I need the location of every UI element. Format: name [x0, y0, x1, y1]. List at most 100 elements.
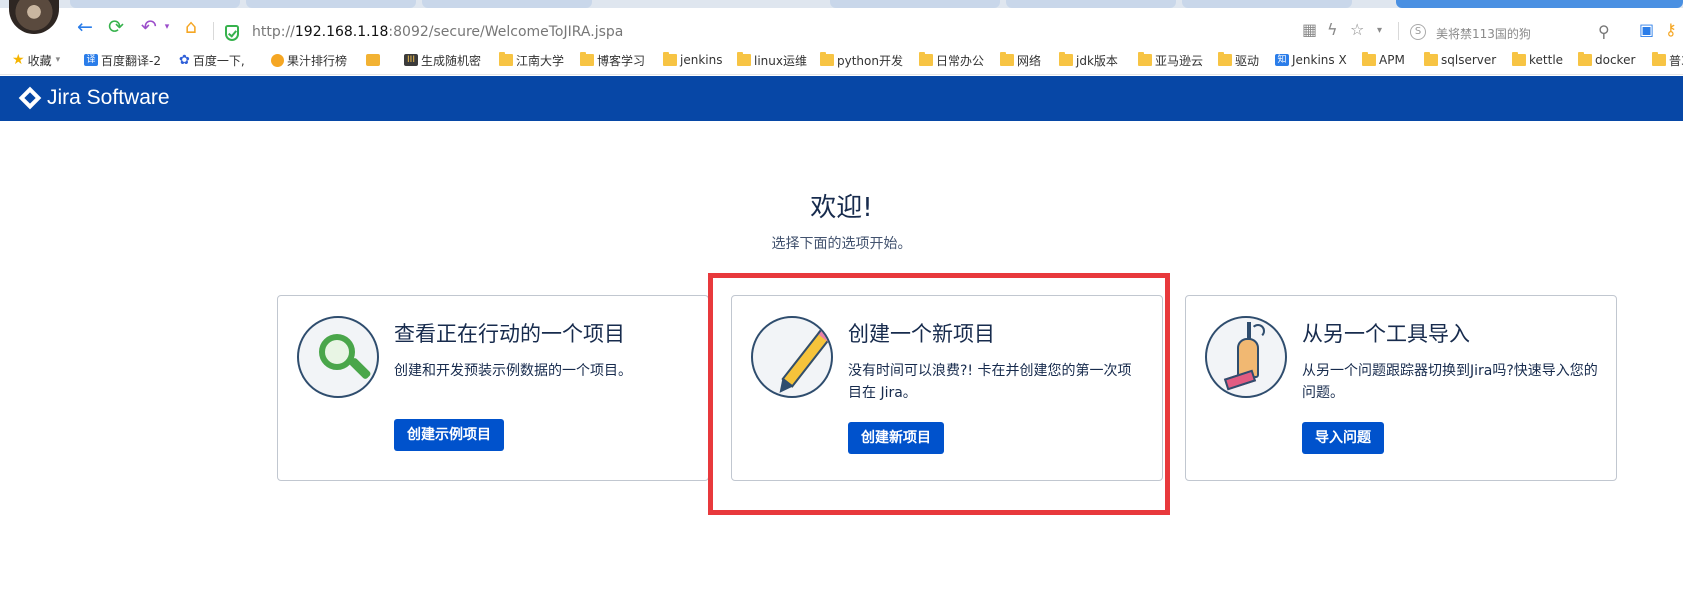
- folder-icon: [663, 52, 677, 66]
- bookmark-item[interactable]: III 生成随机密: [404, 51, 481, 69]
- zhihu-icon: 知: [1275, 54, 1289, 66]
- browser-tab[interactable]: [1396, 0, 1683, 8]
- browser-tab[interactable]: [246, 0, 416, 8]
- folder-icon: [1000, 52, 1014, 66]
- bookmark-label: Jenkins X: [1292, 53, 1347, 67]
- toolbar-divider: [1398, 22, 1399, 40]
- vacuum-icon: [1205, 316, 1287, 398]
- option-card-import: 从另一个工具导入 从另一个问题跟踪器切换到Jira吗?快速导入您的问题。 导入问…: [1185, 295, 1617, 481]
- browser-tab[interactable]: [70, 0, 240, 8]
- bookmark-label: kettle: [1529, 53, 1564, 67]
- page-title: 欢迎!: [810, 193, 873, 223]
- address-bar[interactable]: http://192.168.1.18:8092/secure/WelcomeT…: [252, 24, 623, 40]
- folder-icon: [1578, 52, 1592, 66]
- bookmark-label: 生成随机密: [421, 53, 482, 68]
- browser-tab[interactable]: [1006, 0, 1176, 8]
- browser-tab-strip: [0, 0, 1683, 8]
- folder-icon: [1362, 52, 1376, 66]
- generator-icon: III: [404, 54, 418, 66]
- bookmark-item[interactable]: 驱动: [1218, 51, 1259, 69]
- browser-tab[interactable]: [422, 0, 592, 8]
- bookmark-item[interactable]: ★ 收藏 ▾: [12, 51, 60, 69]
- card-description: 创建和开发预装示例数据的一个项目。: [394, 363, 632, 379]
- highlight-annotation-box: [708, 273, 1170, 515]
- box-icon: [366, 54, 380, 66]
- refresh-icon[interactable]: ⟳: [105, 16, 127, 38]
- bookmark-label: 普3: [1669, 53, 1683, 68]
- bookmark-label: 网络: [1017, 53, 1042, 68]
- bookmarks-bar: ★ 收藏 ▾ 译百度翻译-2 ✿ 百度一下, 果汁排行榜 III 生成随机密 江南大学 …: [0, 45, 1683, 75]
- bookmark-item[interactable]: 网络: [1000, 51, 1041, 69]
- bookmark-item[interactable]: 译百度翻译-2: [84, 51, 161, 69]
- search-engine-icon: S: [1410, 24, 1426, 40]
- bookmark-item[interactable]: jdk版本: [1059, 51, 1118, 69]
- bookmark-item[interactable]: ✿ 百度一下,: [179, 51, 245, 69]
- bookmark-label: python开发: [837, 53, 903, 68]
- chevron-down-icon[interactable]: ▾: [156, 16, 178, 38]
- url-host: 192.168.1.18: [294, 24, 389, 40]
- bookmark-label: 博客学习: [597, 53, 646, 68]
- bookmark-item[interactable]: python开发: [820, 51, 903, 69]
- bookmark-label: jenkins: [680, 53, 723, 67]
- chevron-down-icon[interactable]: ▾: [1377, 26, 1382, 36]
- folder-icon: [499, 52, 513, 66]
- star-icon: ★: [12, 52, 25, 68]
- browser-tab[interactable]: [830, 0, 1000, 8]
- bookmark-label: 百度翻译-2: [101, 53, 161, 68]
- card-description: 从另一个问题跟踪器切换到Jira吗?快速导入您的问题。: [1302, 363, 1598, 401]
- search-input[interactable]: S 美将禁113国的狗 ⚲: [1402, 21, 1612, 45]
- bookmark-label: 日常办公: [936, 53, 985, 68]
- key-icon[interactable]: ⚷: [1665, 22, 1677, 38]
- bookmark-item[interactable]: 普3: [1652, 51, 1683, 69]
- folder-icon: [1512, 52, 1526, 66]
- bookmark-item[interactable]: 博客学习: [580, 51, 645, 69]
- search-icon[interactable]: ⚲: [1598, 22, 1610, 41]
- bookmark-item[interactable]: jenkins: [663, 51, 722, 69]
- bookmark-item[interactable]: 知 Jenkins X: [1275, 51, 1347, 69]
- orange-icon: [271, 53, 284, 67]
- bookmark-label: 亚马逊云: [1155, 53, 1204, 68]
- bookmark-item[interactable]: 果汁排行榜: [271, 51, 347, 69]
- bookmark-item[interactable]: docker: [1578, 51, 1635, 69]
- product-name: Jira Software: [47, 86, 170, 109]
- magnifier-icon: [297, 316, 379, 398]
- qr-code-icon[interactable]: ▦: [1302, 22, 1317, 38]
- option-card-sample-project: 查看正在行动的一个项目 创建和开发预装示例数据的一个项目。 创建示例项目: [277, 295, 709, 481]
- bookmark-label: 果汁排行榜: [287, 53, 348, 68]
- baidu-paw-icon: ✿: [179, 52, 190, 68]
- bookmark-item[interactable]: APM: [1362, 51, 1405, 69]
- jira-diamond-icon: [18, 86, 42, 110]
- bookmark-label: 百度一下,: [192, 53, 245, 68]
- bookmark-item[interactable]: sqlserver: [1424, 51, 1496, 69]
- search-placeholder: 美将禁113国的狗: [1436, 27, 1531, 41]
- bookmark-label: linux运维: [754, 53, 807, 68]
- back-icon[interactable]: ←: [74, 16, 96, 38]
- bookmark-label: 驱动: [1235, 53, 1260, 68]
- folder-icon: [1424, 52, 1438, 66]
- bookmark-label: jdk版本: [1076, 53, 1118, 68]
- folder-icon: [1218, 52, 1232, 66]
- bookmark-item[interactable]: 江南大学: [499, 51, 564, 69]
- bookmark-label: sqlserver: [1441, 53, 1497, 67]
- translate-icon: 译: [84, 54, 98, 66]
- jira-logo[interactable]: Jira Software: [18, 86, 170, 110]
- bookmark-label: APM: [1379, 53, 1405, 67]
- import-issues-button[interactable]: 导入问题: [1302, 422, 1384, 454]
- folder-icon: [1652, 52, 1666, 66]
- translate-extension-icon[interactable]: ▣: [1639, 22, 1654, 38]
- browser-tab[interactable]: [1182, 0, 1352, 8]
- create-sample-project-button[interactable]: 创建示例项目: [394, 419, 504, 451]
- card-title: 从另一个工具导入: [1302, 322, 1470, 346]
- bookmark-item[interactable]: 日常办公: [919, 51, 984, 69]
- security-shield-icon[interactable]: [225, 25, 239, 41]
- chevron-down-icon: ▾: [55, 55, 61, 65]
- bookmark-item[interactable]: 亚马逊云: [1138, 51, 1203, 69]
- bookmark-item[interactable]: [366, 51, 383, 69]
- lightning-icon[interactable]: ϟ: [1327, 22, 1338, 38]
- folder-icon: [580, 52, 594, 66]
- bookmark-star-icon[interactable]: ☆: [1350, 22, 1364, 38]
- home-icon[interactable]: ⌂: [180, 16, 202, 38]
- folder-icon: [737, 52, 751, 66]
- bookmark-item[interactable]: kettle: [1512, 51, 1563, 69]
- bookmark-item[interactable]: linux运维: [737, 51, 807, 69]
